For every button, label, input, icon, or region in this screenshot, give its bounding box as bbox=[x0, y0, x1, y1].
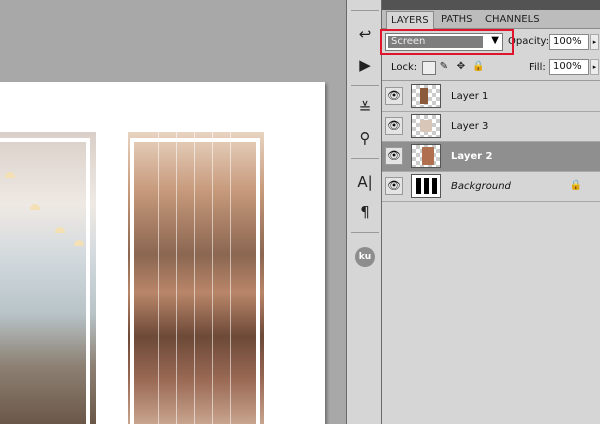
panel-dock-toolbar: ↩ ▶ ≚ ⚲ A| ¶ ku bbox=[346, 0, 382, 424]
history-icon[interactable]: ↩ bbox=[354, 24, 376, 44]
opacity-input[interactable]: 100% bbox=[549, 34, 589, 50]
layer-row-background[interactable]: 👁 Background 🔒 bbox=[382, 172, 600, 202]
panel-tabs: LAYERS PATHS CHANNELS bbox=[382, 10, 600, 29]
lock-all-icon[interactable]: 🔒 bbox=[472, 61, 484, 73]
toolbar-separator bbox=[351, 10, 379, 11]
fill-input[interactable]: 100% bbox=[549, 59, 589, 75]
toolbar-separator bbox=[351, 85, 379, 86]
tab-channels[interactable]: CHANNELS bbox=[481, 11, 544, 28]
layers-panel: LAYERS PATHS CHANNELS Screen ▼ Opacity: … bbox=[382, 0, 600, 424]
interior-photo-left bbox=[0, 132, 96, 424]
layer-row-layer-2[interactable]: 👁 Layer 2 bbox=[382, 142, 600, 172]
layer-name: Background bbox=[451, 181, 511, 192]
thumbnail-content bbox=[420, 88, 428, 104]
thumbnail-content bbox=[420, 120, 432, 132]
fill-label: Fill: bbox=[529, 62, 546, 73]
highlight-box bbox=[380, 29, 514, 55]
lock-transparent-pixels-icon[interactable] bbox=[422, 61, 436, 75]
thumbnail-content bbox=[422, 147, 434, 165]
tab-layers[interactable]: LAYERS bbox=[386, 11, 434, 29]
toolbar-separator bbox=[351, 158, 379, 159]
lock-position-icon[interactable]: ✥ bbox=[455, 61, 467, 73]
visibility-eye-icon[interactable]: 👁 bbox=[385, 147, 403, 165]
paragraph-icon[interactable]: ¶ bbox=[354, 202, 376, 222]
visibility-eye-icon[interactable]: 👁 bbox=[385, 177, 403, 195]
layer-thumbnail bbox=[411, 114, 441, 138]
layer-name: Layer 3 bbox=[451, 121, 489, 132]
layer-thumbnail bbox=[411, 174, 441, 198]
layer-row-layer-3[interactable]: 👁 Layer 3 bbox=[382, 112, 600, 142]
thumbnail-bar bbox=[416, 178, 421, 194]
layer-name: Layer 2 bbox=[451, 151, 493, 162]
layer-row-layer-1[interactable]: 👁 Layer 1 bbox=[382, 82, 600, 112]
interior-photo-right bbox=[128, 132, 264, 424]
visibility-eye-icon[interactable]: 👁 bbox=[385, 117, 403, 135]
opacity-label: Opacity: bbox=[508, 36, 550, 47]
tab-paths[interactable]: PATHS bbox=[437, 11, 476, 28]
layer-thumbnail bbox=[411, 144, 441, 168]
actions-play-icon[interactable]: ▶ bbox=[354, 55, 376, 75]
adjustments-icon[interactable]: ≚ bbox=[354, 98, 376, 118]
styles-icon[interactable]: ⚲ bbox=[354, 128, 376, 148]
thumbnail-bar bbox=[432, 178, 437, 194]
document-canvas[interactable] bbox=[0, 82, 325, 424]
layer-name: Layer 1 bbox=[451, 91, 489, 102]
layer-thumbnail bbox=[411, 84, 441, 108]
photo-frame-border bbox=[0, 138, 90, 424]
photo-frame-border bbox=[130, 138, 260, 424]
lock-image-pixels-icon[interactable]: ✎ bbox=[438, 61, 450, 73]
fill-slider-arrow-icon[interactable]: ▸ bbox=[590, 59, 599, 75]
canvas-area[interactable] bbox=[0, 0, 346, 424]
toolbar-separator bbox=[351, 232, 379, 233]
character-icon[interactable]: A| bbox=[354, 172, 376, 192]
layer-lock-icon: 🔒 bbox=[569, 180, 582, 191]
ku-badge-icon[interactable]: ku bbox=[355, 247, 375, 267]
visibility-eye-icon[interactable]: 👁 bbox=[385, 87, 403, 105]
opacity-slider-arrow-icon[interactable]: ▸ bbox=[590, 34, 599, 50]
lock-label: Lock: bbox=[391, 62, 418, 73]
panel-divider bbox=[382, 80, 600, 81]
thumbnail-bar bbox=[424, 178, 429, 194]
panel-top-strip bbox=[382, 0, 600, 10]
